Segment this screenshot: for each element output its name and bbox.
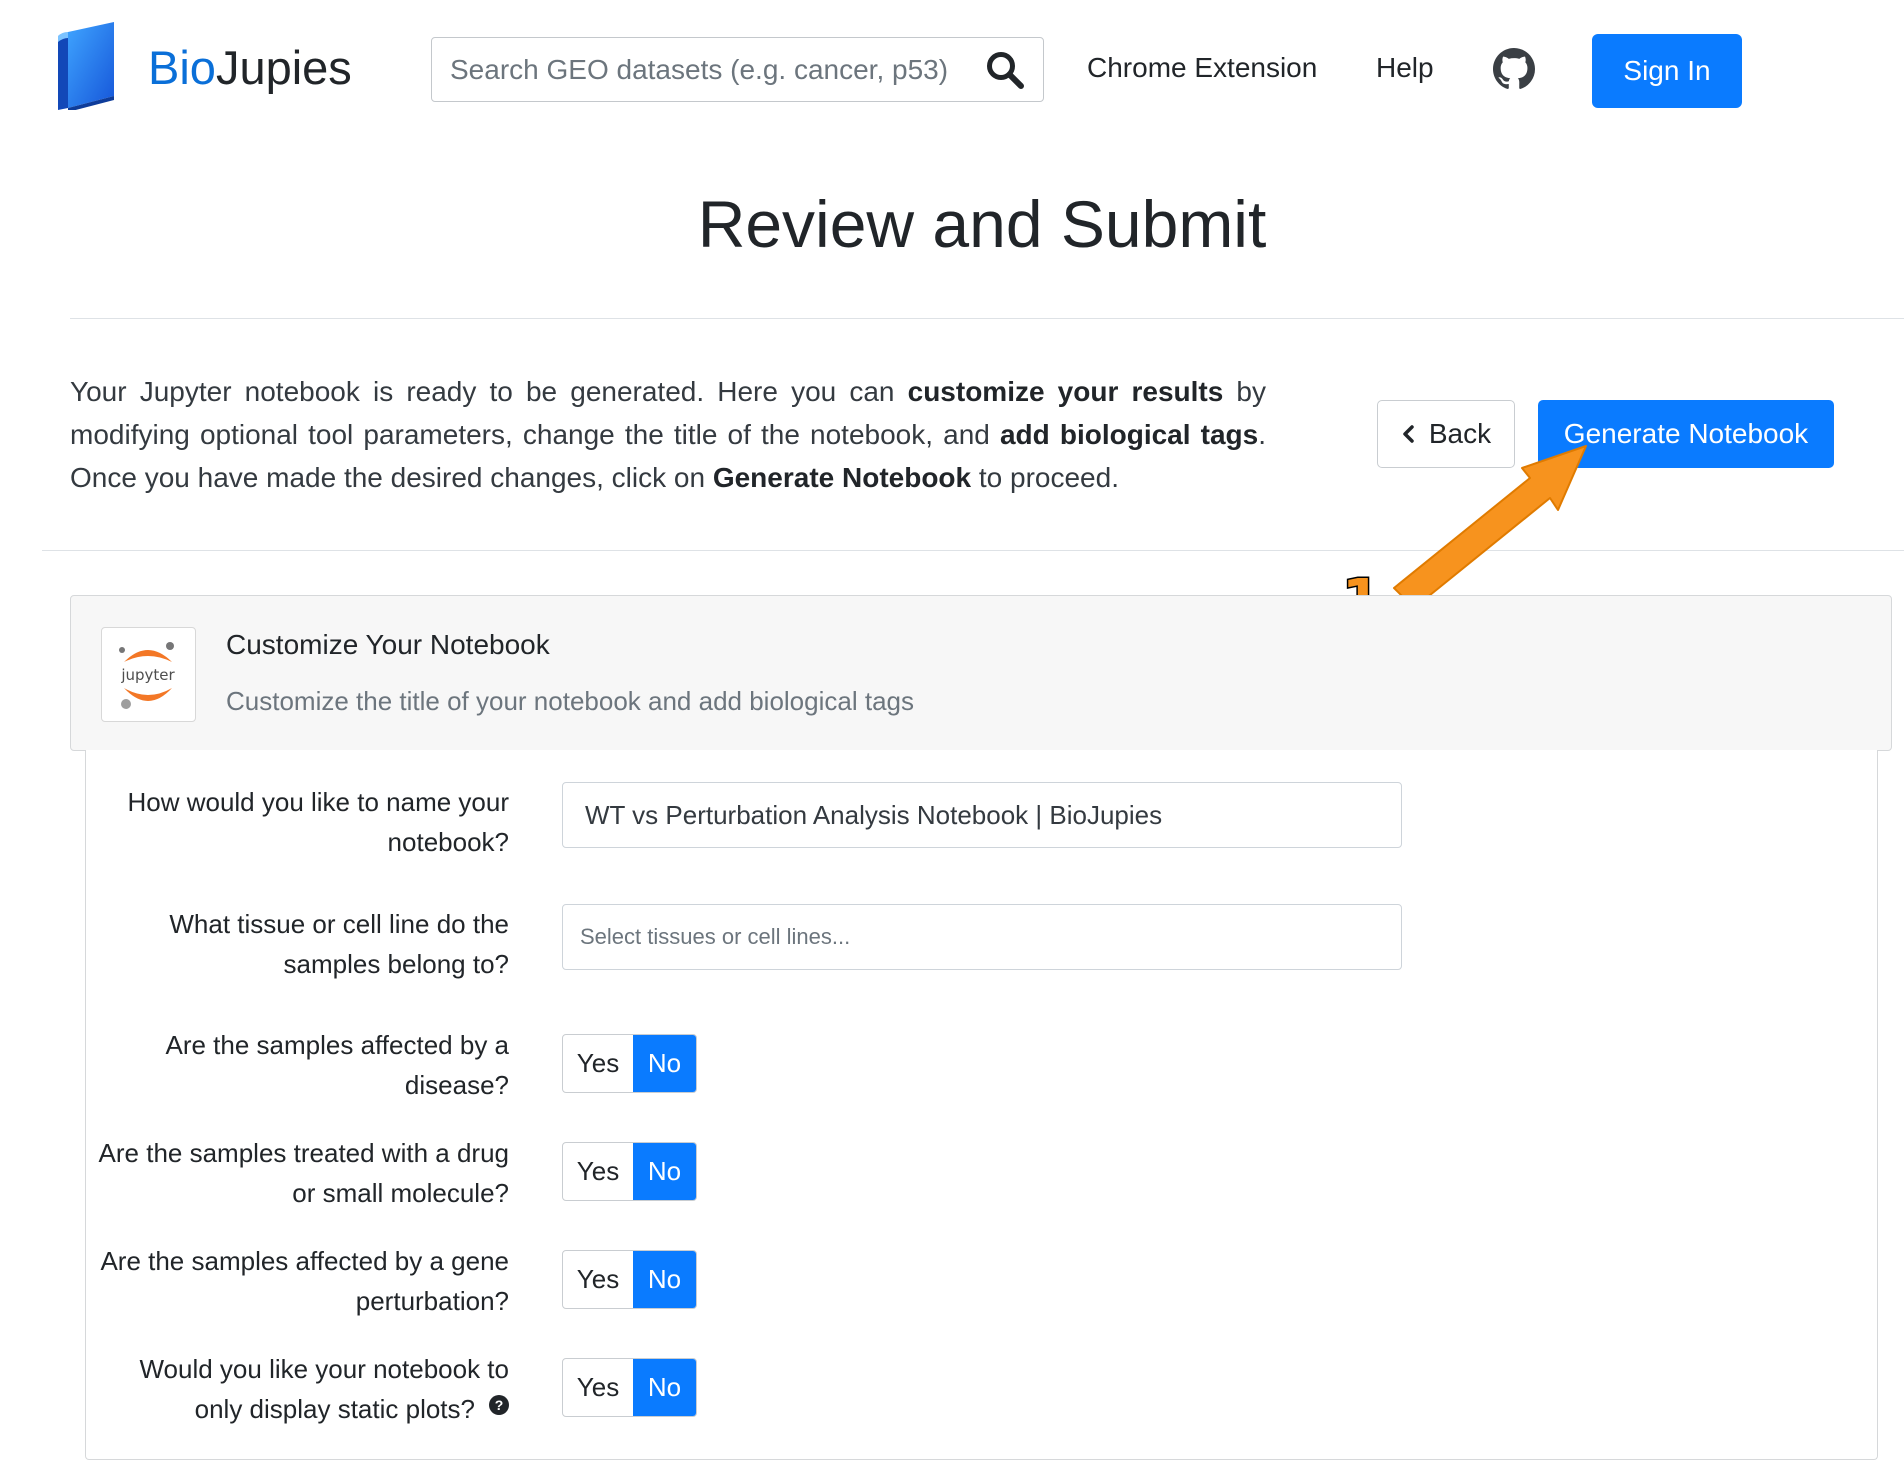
card-title: Customize Your Notebook	[226, 629, 550, 660]
disease-toggle: Yes No	[562, 1034, 697, 1093]
search-input[interactable]	[450, 38, 970, 101]
annotation-arrow-icon	[1393, 445, 1587, 609]
page-title: Review and Submit	[697, 187, 1267, 261]
gene-perturbation-question-label: Are the samples affected by a gene pertu…	[100, 1246, 509, 1316]
drug-yes-option[interactable]: Yes	[563, 1143, 633, 1200]
chrome-extension-link[interactable]: Chrome Extension	[1087, 52, 1317, 84]
disease-question-label: Are the samples affected by a disease?	[165, 1030, 510, 1100]
brand-name-bio: Bio	[148, 41, 216, 94]
sign-in-button[interactable]: Sign In	[1592, 34, 1742, 108]
notebook-name-input[interactable]	[562, 782, 1402, 848]
intro-text: Your Jupyter notebook is ready to be gen…	[70, 370, 1266, 499]
navbar: BioJupies Chrome Extension Help Sign In	[0, 0, 1904, 140]
customize-card-header: jupyter Customize Your Notebook Customiz…	[70, 595, 1892, 751]
divider	[42, 550, 1904, 551]
search-bar	[431, 37, 1044, 102]
static-plots-no-option[interactable]: No	[633, 1359, 696, 1416]
gene-perturbation-no-option[interactable]: No	[633, 1251, 696, 1308]
brand-name: BioJupies	[148, 40, 352, 95]
brand-name-jupies: Jupies	[215, 41, 352, 94]
intro-text-bold: customize your results	[907, 376, 1224, 407]
brand[interactable]: BioJupies	[54, 22, 352, 110]
biojupies-logo-icon	[58, 22, 114, 110]
intro-text-part: to proceed.	[971, 462, 1119, 493]
gene-perturbation-yes-option[interactable]: Yes	[563, 1251, 633, 1308]
intro-text-bold: add biological tags	[999, 419, 1259, 450]
drug-no-option[interactable]: No	[633, 1143, 696, 1200]
disease-yes-option[interactable]: Yes	[563, 1035, 633, 1092]
tissue-select-input[interactable]	[562, 904, 1402, 970]
static-plots-question-label: Would you like your notebook to only dis…	[86, 1349, 509, 1429]
static-plots-toggle: Yes No	[562, 1358, 697, 1417]
intro-text-part: Your Jupyter notebook is ready to be gen…	[70, 376, 908, 407]
card-subtitle: Customize the title of your notebook and…	[226, 686, 914, 716]
drug-question-label: Are the samples treated with a drug or s…	[98, 1138, 509, 1208]
jupyter-logo-graphic: jupyter	[119, 642, 176, 709]
jupyter-logo-icon: jupyter	[101, 627, 196, 722]
tissue-label: What tissue or cell line do the samples …	[169, 909, 509, 979]
github-icon[interactable]	[1493, 48, 1535, 90]
help-link[interactable]: Help	[1376, 52, 1434, 84]
static-plots-yes-option[interactable]: Yes	[563, 1359, 633, 1416]
drug-toggle: Yes No	[562, 1142, 697, 1201]
help-circle-icon[interactable]: ?	[489, 1395, 509, 1415]
disease-no-option[interactable]: No	[633, 1035, 696, 1092]
notebook-name-label: How would you like to name your notebook…	[127, 787, 509, 857]
gene-perturbation-toggle: Yes No	[562, 1250, 697, 1309]
intro-text-bold: Generate Notebook	[712, 462, 972, 493]
customize-card-body: How would you like to name your notebook…	[85, 750, 1878, 1460]
jupyter-logo-text: jupyter	[120, 666, 175, 684]
divider	[70, 318, 1904, 319]
static-plots-question-text: Would you like your notebook to only dis…	[139, 1354, 509, 1424]
search-icon[interactable]	[985, 50, 1025, 90]
